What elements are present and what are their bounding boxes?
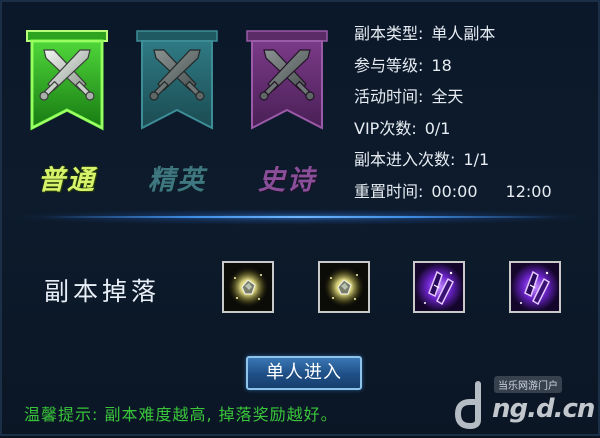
info-time-row: 活动时间: 全天 (354, 85, 594, 117)
difficulty-elite-label: 精英 (148, 165, 206, 196)
dungeon-info: 副本类型: 单人副本 参与等级: 18 活动时间: 全天 VIP次数: 0/1 副本进入… (354, 22, 594, 211)
info-reset-label: 重置时间: (354, 181, 424, 201)
dungeon-panel: 普通 精英 史诗 副本类型: 单人副本 参与等级: 18 活动时间: 全天 VI… (0, 0, 600, 436)
info-vip-label: VIP次数: (354, 118, 417, 138)
drop-item-slot[interactable] (413, 261, 465, 313)
info-level-label: 参与等级: (354, 55, 424, 75)
drop-item-slot[interactable] (318, 261, 370, 313)
info-time-label: 活动时间: (354, 87, 424, 106)
site-watermark: 当乐网游门户 ng.d.cn (442, 372, 600, 438)
info-time-value: 全天 (431, 87, 464, 106)
difficulty-normal-tab[interactable]: 普通 (24, 28, 110, 204)
difficulty-elite-tab[interactable]: 精英 (134, 28, 220, 204)
info-entries-row: 副本进入次数: 1/1 (354, 148, 594, 180)
info-vip-row: VIP次数: 0/1 (354, 117, 594, 149)
difficulty-epic-tab[interactable]: 史诗 (244, 28, 330, 204)
crossed-swords-icon (26, 30, 108, 131)
drops-title: 副本掉落 (44, 277, 161, 306)
difficulty-selector: 普通 精英 史诗 (16, 28, 346, 204)
glowing-gem-icon (320, 263, 368, 311)
info-reset-value-2: 12:00 (505, 181, 552, 201)
watermark-main-text: ng.d.cn (492, 394, 595, 424)
solo-enter-button[interactable]: 单人进入 (246, 356, 362, 390)
info-type-value: 单人副本 (431, 24, 496, 43)
section-divider (2, 209, 598, 225)
purple-crystal-icon (415, 263, 463, 311)
difficulty-epic-label: 史诗 (258, 165, 316, 196)
site-logo-icon (454, 381, 481, 430)
info-type-row: 副本类型: 单人副本 (354, 22, 594, 54)
tip-text: 温馨提示: 副本难度越高, 掉落奖励越好。 (24, 405, 338, 424)
watermark-small-text: 当乐网游门户 (494, 376, 562, 393)
purple-crystal-icon (511, 263, 559, 311)
info-reset-row: 重置时间: 00:00 12:00 (354, 180, 594, 212)
info-reset-value-1: 00:00 (431, 181, 478, 201)
info-type-label: 副本类型: (354, 24, 424, 43)
crossed-swords-icon (246, 30, 328, 130)
drop-item-slot[interactable] (509, 261, 561, 313)
crossed-swords-icon (136, 30, 218, 130)
info-vip-value: 0/1 (424, 118, 451, 138)
glowing-gem-icon (224, 263, 272, 311)
info-level-value: 18 (431, 55, 452, 75)
info-level-row: 参与等级: 18 (354, 54, 594, 86)
info-entries-label: 副本进入次数: (354, 150, 456, 169)
drop-item-slot[interactable] (222, 261, 274, 313)
difficulty-normal-label: 普通 (38, 165, 96, 196)
info-entries-value: 1/1 (463, 150, 490, 169)
